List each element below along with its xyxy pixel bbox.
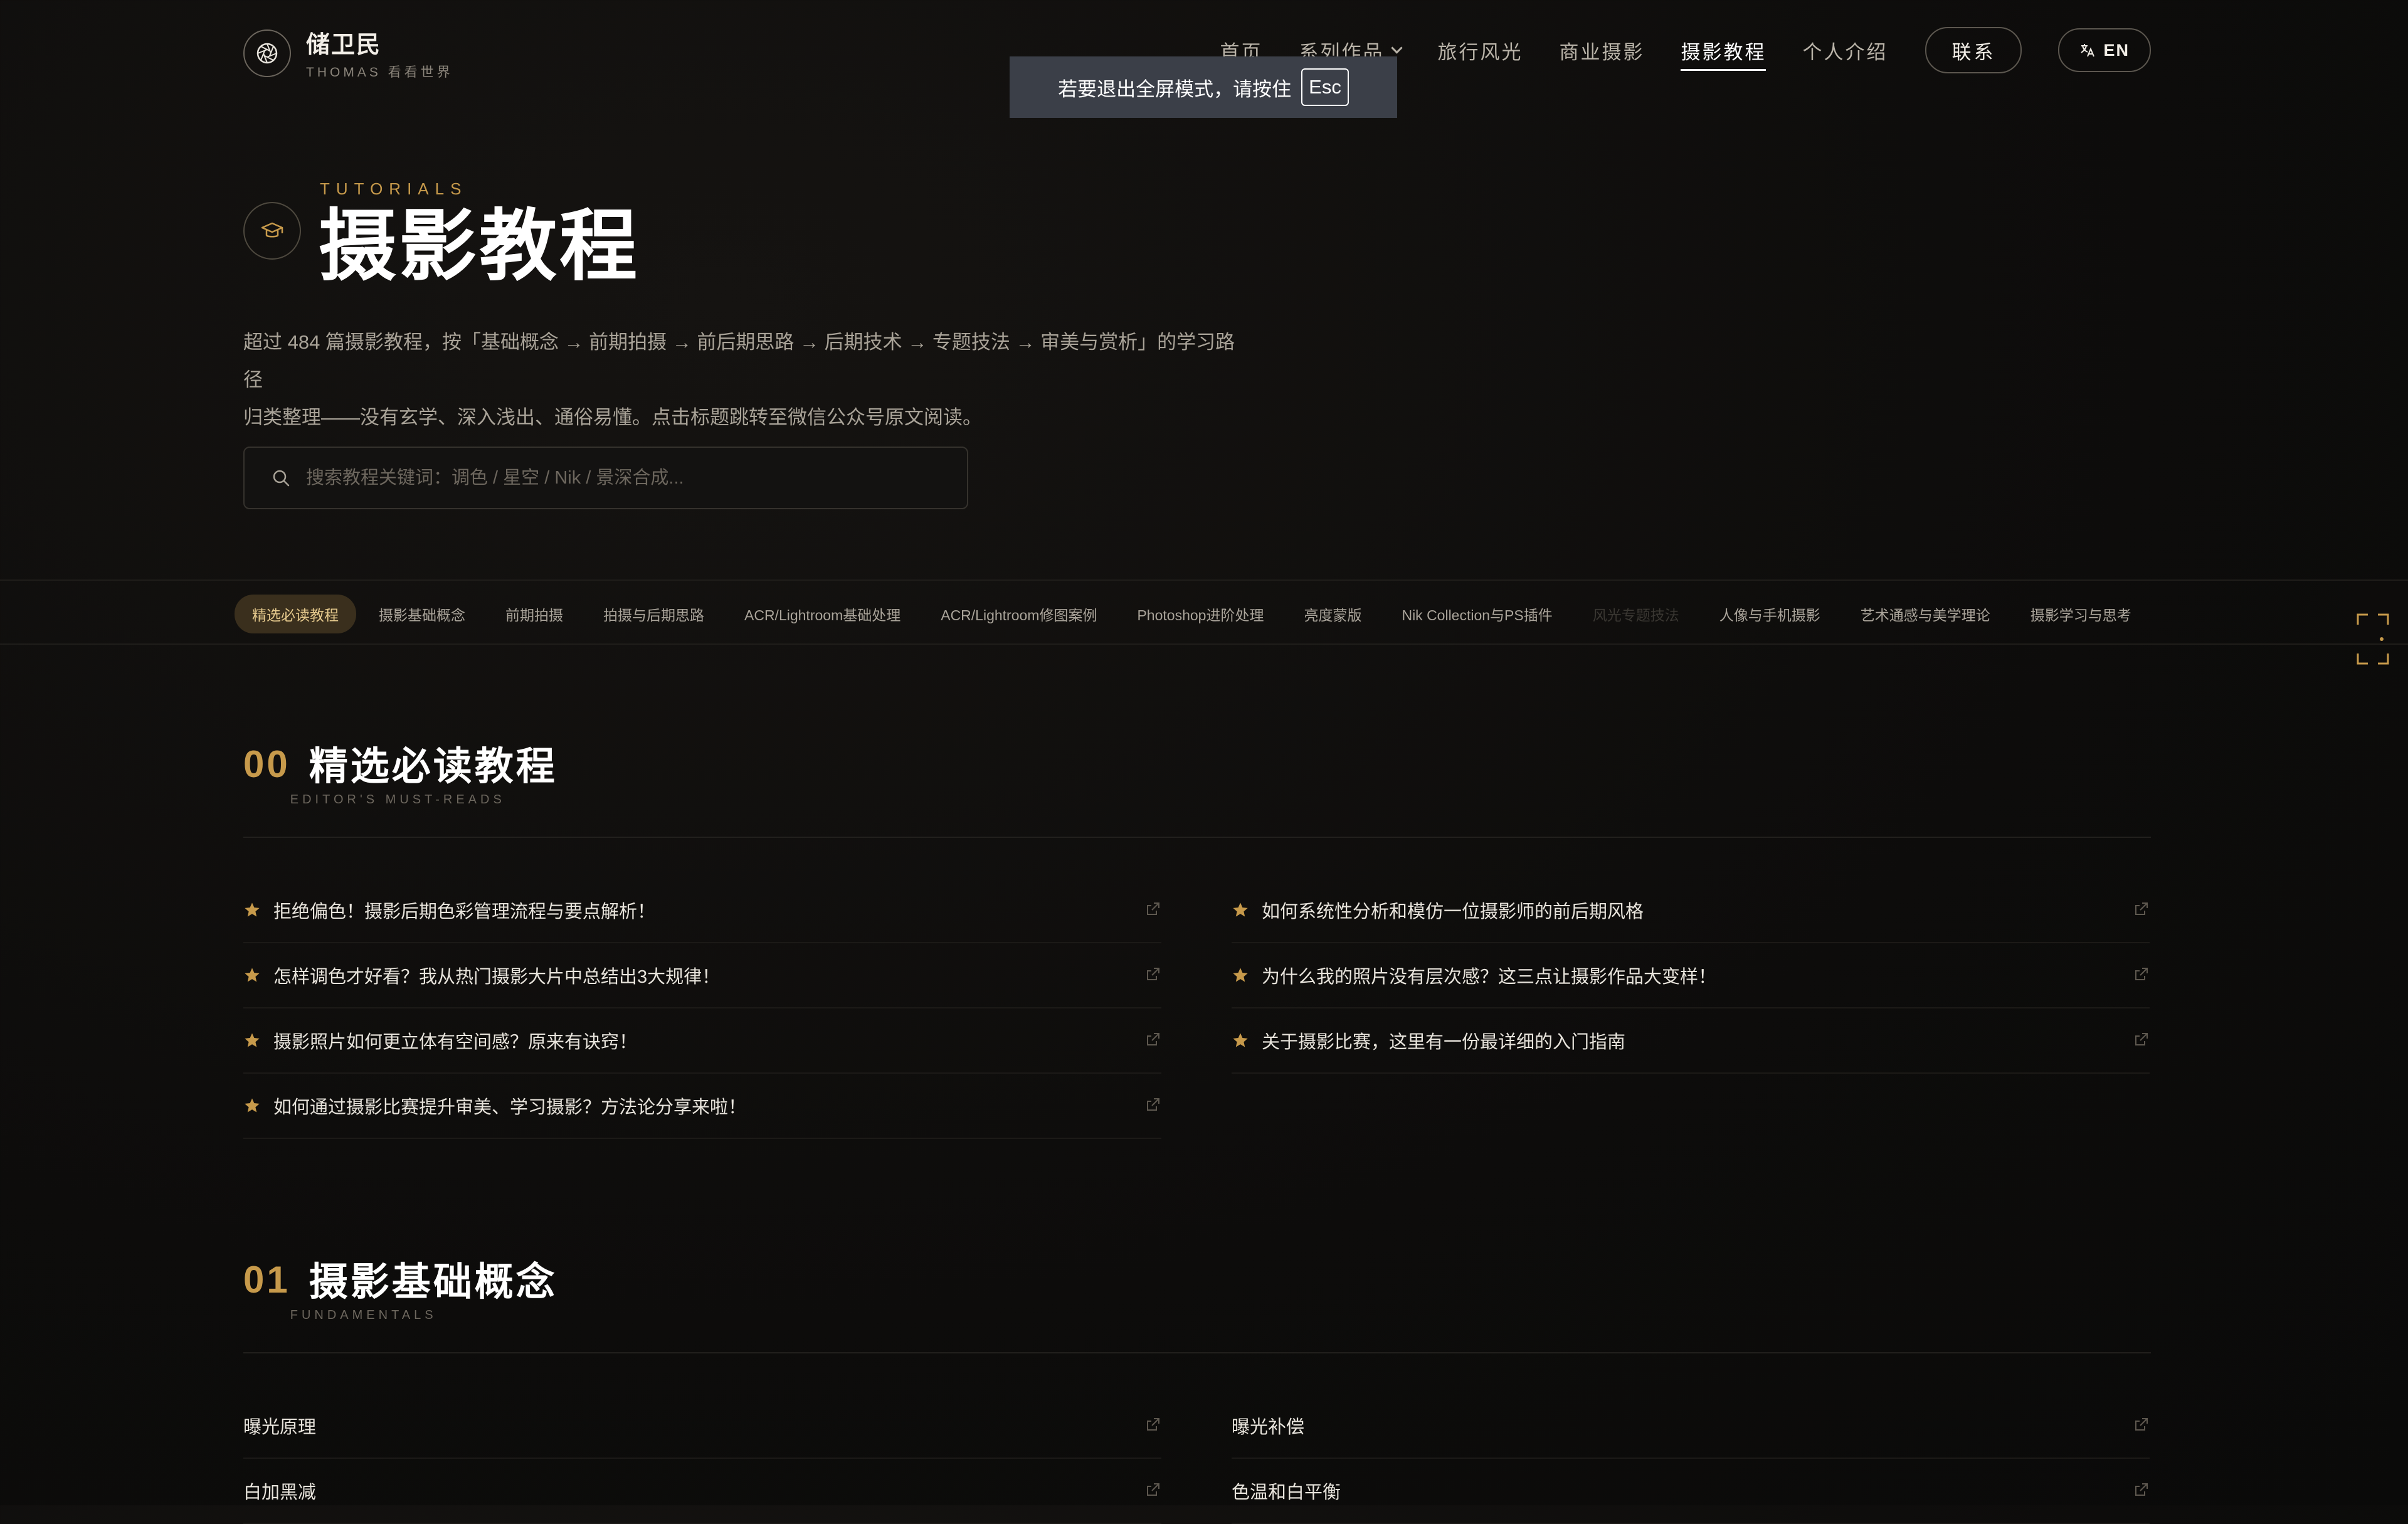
description-line-2: 归类整理——没有玄学、深入浅出、通俗易懂。点击标题跳转至微信公众号原文阅读。 <box>243 406 982 428</box>
external-link-icon[interactable] <box>1145 1096 1161 1113</box>
section-subtitle: EDITOR'S MUST-READS <box>290 793 505 807</box>
list-item-title[interactable]: 摄影照片如何更立体有空间感？原来有诀窍！ <box>273 1027 637 1054</box>
page-title: 摄影教程 <box>319 201 640 292</box>
list-item[interactable]: 摄影照片如何更立体有空间感？原来有诀窍！ <box>243 1008 1161 1074</box>
fullscreen-exit-toast: 若要退出全屏模式，请按住 Esc <box>1010 56 1397 118</box>
list-item-title[interactable]: 色温和白平衡 <box>1232 1478 1341 1504</box>
section-number: 01 <box>243 1259 290 1301</box>
list-item[interactable]: 白加黑减 <box>243 1459 1161 1524</box>
list-item[interactable]: 关于摄影比赛，这里有一份最详细的入门指南 <box>1232 1008 2150 1074</box>
star-icon <box>1233 902 1248 917</box>
list-item-title[interactable]: 如何通过摄影比赛提升审美、学习摄影？方法论分享来啦！ <box>273 1093 746 1119</box>
external-link-icon[interactable] <box>1145 966 1161 982</box>
esc-key-hint: Esc <box>1301 68 1349 106</box>
category-tab-landscape[interactable]: 风光专题技法 <box>1575 595 1697 633</box>
graduation-cap-icon <box>243 202 301 260</box>
external-link-icon[interactable] <box>2133 1481 2150 1498</box>
category-tab-featured[interactable]: 精选必读教程 <box>235 595 356 633</box>
fundamentals-list-right: 曝光补偿 色温和白平衡 <box>1232 1394 2150 1524</box>
contact-button[interactable]: 联系 <box>1925 27 2022 73</box>
aperture-icon <box>243 29 291 77</box>
list-item-title[interactable]: 拒绝偏色！摄影后期色彩管理流程与要点解析！ <box>273 897 655 923</box>
list-item[interactable]: 色温和白平衡 <box>1232 1459 2150 1524</box>
external-link-icon[interactable] <box>1145 1481 1161 1498</box>
chevron-down-icon <box>1391 41 1403 54</box>
external-link-icon[interactable] <box>2133 966 2150 982</box>
category-tab-shooting[interactable]: 前期拍摄 <box>488 595 581 633</box>
description-line-1: 超过 484 篇摄影教程，按「基础概念 → 前期拍摄 → 前后期思路 → 后期技… <box>243 331 1235 391</box>
fundamentals-list-left: 曝光原理 白加黑减 <box>243 1394 1161 1524</box>
star-icon <box>245 968 260 982</box>
section-number: 00 <box>243 743 290 785</box>
external-link-icon[interactable] <box>1145 901 1161 917</box>
section-title: 摄影基础概念 <box>309 1259 557 1304</box>
star-icon <box>245 1033 260 1047</box>
category-tab-learning[interactable]: 摄影学习与思考 <box>2013 595 2149 633</box>
list-item-title[interactable]: 曝光补偿 <box>1232 1412 1304 1439</box>
list-item[interactable]: 如何系统性分析和模仿一位摄影师的前后期风格 <box>1232 878 2150 943</box>
toast-text: 若要退出全屏模式，请按住 <box>1058 78 1292 100</box>
list-item-title[interactable]: 如何系统性分析和模仿一位摄影师的前后期风格 <box>1262 897 1644 923</box>
category-tab-thinking[interactable]: 拍摄与后期思路 <box>586 595 722 633</box>
list-item-title[interactable]: 为什么我的照片没有层次感？这三点让摄影作品大变样！ <box>1262 962 1716 988</box>
nav-tutorials[interactable]: 摄影教程 <box>1681 36 1766 71</box>
logo-subtitle: THOMAS 看看世界 <box>306 65 453 80</box>
category-tab-nik[interactable]: Nik Collection与PS插件 <box>1384 595 1570 633</box>
nav-about[interactable]: 个人介绍 <box>1802 36 1888 65</box>
category-tab-acr-basics[interactable]: ACR/Lightroom基础处理 <box>727 595 918 633</box>
search-input[interactable] <box>305 467 934 489</box>
category-tab-luminosity-masks[interactable]: 亮度蒙版 <box>1286 595 1379 633</box>
section-divider <box>243 837 2151 838</box>
page-description: 超过 484 篇摄影教程，按「基础概念 → 前期拍摄 → 前后期思路 → 后期技… <box>243 324 1247 437</box>
list-item[interactable]: 怎样调色才好看？我从热门摄影大片中总结出3大规律！ <box>243 943 1161 1008</box>
list-item[interactable]: 曝光原理 <box>243 1394 1161 1459</box>
star-icon <box>245 1098 260 1113</box>
section-header-fundamentals: 01 摄影基础概念 FUNDAMENTALS <box>243 1258 557 1323</box>
list-item-title[interactable]: 关于摄影比赛，这里有一份最详细的入门指南 <box>1262 1027 1625 1054</box>
nav-commercial[interactable]: 商业摄影 <box>1559 36 1644 65</box>
list-item[interactable]: 如何通过摄影比赛提升审美、学习摄影？方法论分享来啦！ <box>243 1074 1161 1139</box>
scroll-fade <box>2295 581 2408 643</box>
star-icon <box>1233 1033 1248 1047</box>
category-tab-aesthetics[interactable]: 艺术通感与美学理论 <box>1843 595 2008 633</box>
section-header-featured: 00 精选必读教程 EDITOR'S MUST-READS <box>243 743 557 807</box>
page-eyebrow: TUTORIALS <box>320 179 468 198</box>
focus-bracket-icon <box>2357 613 2389 665</box>
external-link-icon[interactable] <box>2133 1031 2150 1047</box>
featured-list-right: 如何系统性分析和模仿一位摄影师的前后期风格 为什么我的照片没有层次感？这三点让摄… <box>1232 878 2150 1074</box>
list-item[interactable]: 为什么我的照片没有层次感？这三点让摄影作品大变样！ <box>1232 943 2150 1008</box>
external-link-icon[interactable] <box>2133 901 2150 917</box>
site-logo[interactable]: 储卫民 THOMAS 看看世界 <box>243 25 453 81</box>
nav-travel[interactable]: 旅行风光 <box>1437 36 1523 65</box>
star-icon <box>1233 968 1248 982</box>
list-item-title[interactable]: 白加黑减 <box>243 1478 316 1504</box>
language-toggle-button[interactable]: EN <box>2058 28 2151 72</box>
search-icon <box>273 470 290 487</box>
list-item[interactable]: 拒绝偏色！摄影后期色彩管理流程与要点解析！ <box>243 878 1161 943</box>
category-tab-portrait-mobile[interactable]: 人像与手机摄影 <box>1702 595 1838 633</box>
search-box <box>243 447 968 509</box>
external-link-icon[interactable] <box>1145 1031 1161 1047</box>
category-tab-fundamentals[interactable]: 摄影基础概念 <box>361 595 483 633</box>
category-tab-acr-cases[interactable]: ACR/Lightroom修图案例 <box>923 595 1114 633</box>
section-title: 精选必读教程 <box>309 743 557 789</box>
logo-name: 储卫民 <box>306 30 382 58</box>
category-tab-photoshop[interactable]: Photoshop进阶处理 <box>1119 595 1281 633</box>
list-item-title[interactable]: 曝光原理 <box>243 1412 316 1439</box>
category-tab-bar: 精选必读教程 摄影基础概念 前期拍摄 拍摄与后期思路 ACR/Lightroom… <box>0 579 2408 645</box>
section-divider <box>243 1352 2151 1353</box>
section-subtitle: FUNDAMENTALS <box>290 1308 437 1322</box>
list-item-title[interactable]: 怎样调色才好看？我从热门摄影大片中总结出3大规律！ <box>273 962 720 988</box>
external-link-icon[interactable] <box>2133 1416 2150 1432</box>
list-item[interactable]: 曝光补偿 <box>1232 1394 2150 1459</box>
featured-list-left: 拒绝偏色！摄影后期色彩管理流程与要点解析！ 怎样调色才好看？我从热门摄影大片中总… <box>243 878 1161 1139</box>
external-link-icon[interactable] <box>1145 1416 1161 1432</box>
translate-icon <box>2081 44 2095 57</box>
star-icon <box>245 902 260 917</box>
